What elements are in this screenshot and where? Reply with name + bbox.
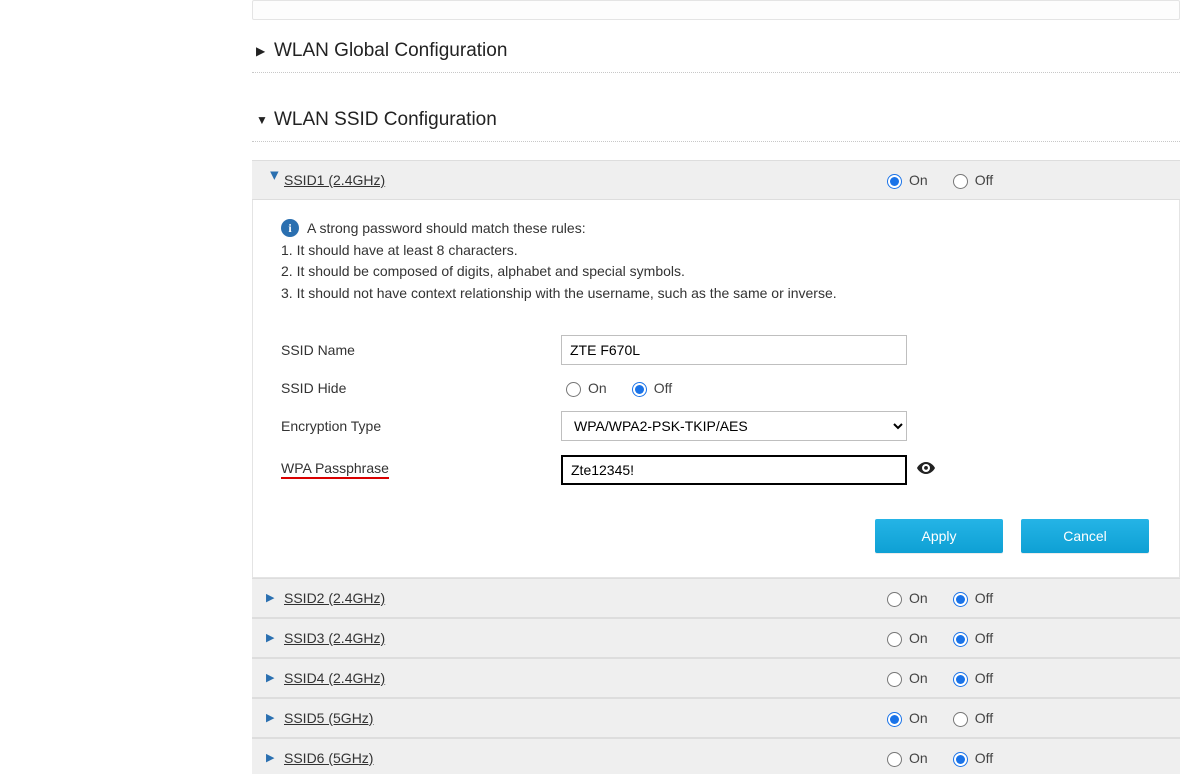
ssid-label[interactable]: SSID5 (5GHz) — [284, 710, 373, 726]
ssid-on-option[interactable]: On — [882, 589, 928, 607]
ssid-on-option[interactable]: On — [882, 629, 928, 647]
ssid-hide-off-radio[interactable] — [632, 382, 647, 397]
ssid-row[interactable]: ▶SSID6 (5GHz) On Off — [252, 738, 1180, 774]
ssid-enable-toggle[interactable]: On Off — [882, 629, 1007, 647]
section-header-wlan-ssid[interactable]: ▼ WLAN SSID Configuration — [252, 103, 1180, 137]
ssid-row[interactable]: ▶SSID2 (2.4GHz) On Off — [252, 578, 1180, 618]
chevron-down-icon: ▼ — [256, 113, 274, 127]
ssid-row[interactable]: ▶SSID4 (2.4GHz) On Off — [252, 658, 1180, 698]
apply-button[interactable]: Apply — [875, 519, 1003, 553]
cancel-button[interactable]: Cancel — [1021, 519, 1149, 553]
ssid-off-option[interactable]: Off — [948, 669, 993, 687]
ssid-off-option[interactable]: Off — [948, 749, 993, 767]
ssid-row[interactable]: ▶SSID5 (5GHz) On Off — [252, 698, 1180, 738]
password-rule-3: 3. It should not have context relationsh… — [281, 283, 1151, 305]
ssid-off-radio[interactable] — [953, 672, 968, 687]
ssid1-on-option[interactable]: On — [882, 171, 928, 189]
password-rule-1: 1. It should have at least 8 characters. — [281, 240, 1151, 262]
ssid-off-option[interactable]: Off — [948, 589, 993, 607]
ssid1-enable-toggle[interactable]: On Off — [882, 171, 1007, 189]
ssid-off-radio[interactable] — [953, 752, 968, 767]
ssid-enable-toggle[interactable]: On Off — [882, 709, 1007, 727]
ssid-hide-label: SSID Hide — [281, 380, 561, 396]
ssid-hide-toggle[interactable]: On Off — [561, 379, 686, 397]
ssid-hide-off-option[interactable]: Off — [627, 379, 672, 397]
ssid-enable-toggle[interactable]: On Off — [882, 749, 1007, 767]
ssid1-on-radio[interactable] — [887, 174, 902, 189]
info-icon: i — [281, 219, 299, 237]
ssid-label[interactable]: SSID1 (2.4GHz) — [284, 172, 385, 188]
ssid-on-option[interactable]: On — [882, 709, 928, 727]
ssid-label[interactable]: SSID2 (2.4GHz) — [284, 590, 385, 606]
ssid-off-option[interactable]: Off — [948, 629, 993, 647]
encryption-type-select[interactable]: WPA/WPA2-PSK-TKIP/AES — [561, 411, 907, 441]
chevron-right-icon: ▶ — [266, 751, 284, 764]
ssid-enable-toggle[interactable]: On Off — [882, 669, 1007, 687]
ssid-on-radio[interactable] — [887, 592, 902, 607]
ssid-off-radio[interactable] — [953, 632, 968, 647]
ssid-name-label: SSID Name — [281, 342, 561, 358]
ssid1-off-radio[interactable] — [953, 174, 968, 189]
password-rules-lead: i A strong password should match these r… — [281, 218, 1151, 240]
ssid-on-option[interactable]: On — [882, 669, 928, 687]
ssid-row[interactable]: ▶SSID3 (2.4GHz) On Off — [252, 618, 1180, 658]
chevron-down-icon: ▶ — [269, 171, 282, 189]
password-rule-2: 2. It should be composed of digits, alph… — [281, 261, 1151, 283]
ssid-label[interactable]: SSID3 (2.4GHz) — [284, 630, 385, 646]
ssid-hide-on-radio[interactable] — [566, 382, 581, 397]
section-header-wlan-global[interactable]: ▶ WLAN Global Configuration — [252, 34, 1180, 68]
wpa-passphrase-input[interactable] — [561, 455, 907, 485]
chevron-right-icon: ▶ — [266, 711, 284, 724]
ssid1-off-option[interactable]: Off — [948, 171, 993, 189]
encryption-type-label: Encryption Type — [281, 418, 561, 434]
section-title-ssid: WLAN SSID Configuration — [274, 109, 497, 131]
eye-icon[interactable] — [917, 461, 935, 479]
chevron-right-icon: ▶ — [266, 591, 284, 604]
wpa-passphrase-label: WPA Passphrase — [281, 460, 561, 479]
ssid-hide-on-option[interactable]: On — [561, 379, 607, 397]
ssid-label[interactable]: SSID4 (2.4GHz) — [284, 670, 385, 686]
ssid-name-input[interactable] — [561, 335, 907, 365]
ssid-on-option[interactable]: On — [882, 749, 928, 767]
chevron-right-icon: ▶ — [266, 631, 284, 644]
ssid-enable-toggle[interactable]: On Off — [882, 589, 1007, 607]
ssid-off-radio[interactable] — [953, 712, 968, 727]
chevron-right-icon: ▶ — [266, 671, 284, 684]
ssid-off-radio[interactable] — [953, 592, 968, 607]
ssid1-panel: i A strong password should match these r… — [252, 200, 1180, 578]
ssid-label[interactable]: SSID6 (5GHz) — [284, 750, 373, 766]
ssid-on-radio[interactable] — [887, 672, 902, 687]
ssid-on-radio[interactable] — [887, 752, 902, 767]
ssid-on-radio[interactable] — [887, 632, 902, 647]
ssid-row-ssid1[interactable]: ▶ SSID1 (2.4GHz) On Off — [252, 160, 1180, 200]
ssid-off-option[interactable]: Off — [948, 709, 993, 727]
empty-top-panel — [252, 0, 1180, 20]
section-title-global: WLAN Global Configuration — [274, 40, 507, 62]
chevron-right-icon: ▶ — [256, 44, 274, 58]
ssid-on-radio[interactable] — [887, 712, 902, 727]
